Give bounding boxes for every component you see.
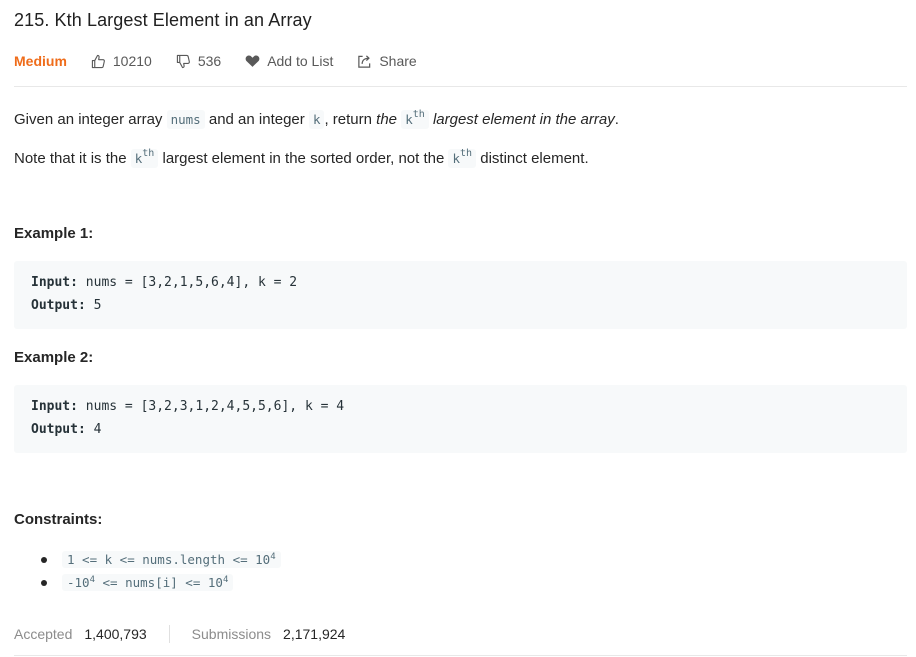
accepted-value: 1,400,793 (84, 626, 147, 642)
submission-stats: Accepted 1,400,793 Submissions 2,171,924 (14, 624, 345, 644)
add-to-list-label: Add to List (267, 53, 334, 69)
text: Note that it is the (14, 150, 131, 167)
description-paragraph-2: Note that it is the kth largest element … (14, 144, 589, 169)
inline-code-kth: kth (401, 109, 429, 129)
text: largest element in the sorted order, not… (158, 150, 449, 167)
share-icon (358, 54, 371, 68)
emphasis-text: the (376, 111, 398, 128)
code-text: k (452, 151, 461, 166)
input-label: Input: (31, 399, 78, 414)
inline-code-k: k (308, 110, 325, 129)
heart-icon (245, 55, 260, 67)
superscript: 4 (222, 574, 229, 585)
output-value: 5 (85, 298, 102, 313)
text: distinct element. (476, 150, 589, 167)
difficulty-badge: Medium (14, 53, 67, 69)
dislike-count: 536 (197, 53, 222, 69)
text: , return (324, 111, 377, 128)
thumbs-up-icon (91, 54, 105, 68)
share-button[interactable]: Share (357, 53, 417, 69)
share-label: Share (379, 53, 417, 69)
example-2-output: Output: 4 (31, 422, 101, 437)
inline-code-nums: nums (166, 110, 205, 129)
example-1-output: Output: 5 (31, 298, 101, 313)
superscript: th (142, 148, 155, 159)
like-count: 10210 (112, 53, 152, 69)
constraint-code: -104 <= nums[i] <= 104 (62, 573, 234, 592)
problem-meta-bar: Medium 10210 536 Add to List Share (14, 51, 441, 71)
example-2-block: Input: nums = [3,2,3,1,2,4,5,5,6], k = 4… (14, 385, 907, 453)
inline-code-kth: kth (448, 148, 477, 168)
emphasis-text: largest element in the array (432, 111, 615, 128)
bullet-icon (41, 556, 47, 563)
thumbs-down-icon (176, 54, 190, 68)
input-value: nums = [3,2,1,5,6,4], k = 2 (77, 275, 298, 290)
example-1-input: Input: nums = [3,2,1,5,6,4], k = 2 (31, 275, 297, 290)
submissions-value: 2,171,924 (283, 626, 346, 642)
text: . (614, 111, 619, 128)
bullet-icon (41, 579, 47, 586)
footer-divider (14, 655, 907, 656)
stats-divider (168, 625, 170, 643)
inline-code-kth: kth (130, 148, 159, 168)
example-1-heading: Example 1: (14, 225, 94, 242)
problem-title: 215. Kth Largest Element in an Array (14, 10, 312, 30)
output-value: 4 (85, 422, 102, 437)
constraints-list: 1 <= k <= nums.length <= 104 -104 <= num… (14, 548, 281, 594)
submissions-label: Submissions (191, 626, 272, 642)
example-2-input: Input: nums = [3,2,3,1,2,4,5,5,6], k = 4 (31, 399, 344, 414)
example-2-heading: Example 2: (14, 349, 94, 366)
output-label: Output: (31, 298, 86, 313)
superscript: th (460, 148, 473, 159)
text: Given an integer array (14, 111, 167, 128)
code-text: -10 (67, 575, 90, 591)
constraints-heading: Constraints: (14, 511, 103, 528)
superscript: 4 (270, 551, 276, 562)
text: and an integer (204, 111, 309, 128)
input-value: nums = [3,2,3,1,2,4,5,5,6], k = 4 (77, 399, 345, 414)
accepted-label: Accepted (14, 626, 73, 642)
dislike-button[interactable]: 536 (176, 53, 221, 69)
description-paragraph-1: Given an integer array nums and an integ… (14, 105, 619, 130)
constraint-item: -104 <= nums[i] <= 104 (14, 571, 281, 594)
code-text: <= nums[i] <= 10 (95, 575, 223, 591)
header-divider (14, 86, 907, 87)
output-label: Output: (31, 422, 86, 437)
code-text: k (405, 112, 413, 127)
like-button[interactable]: 10210 (91, 53, 152, 69)
constraint-item: 1 <= k <= nums.length <= 104 (14, 548, 281, 571)
example-1-block: Input: nums = [3,2,1,5,6,4], k = 2 Outpu… (14, 261, 907, 329)
input-label: Input: (31, 275, 78, 290)
constraint-code: 1 <= k <= nums.length <= 104 (62, 550, 281, 569)
code-text: 1 <= k <= nums.length <= 10 (67, 552, 271, 568)
add-to-list-button[interactable]: Add to List (245, 53, 333, 69)
superscript: th (412, 109, 425, 120)
